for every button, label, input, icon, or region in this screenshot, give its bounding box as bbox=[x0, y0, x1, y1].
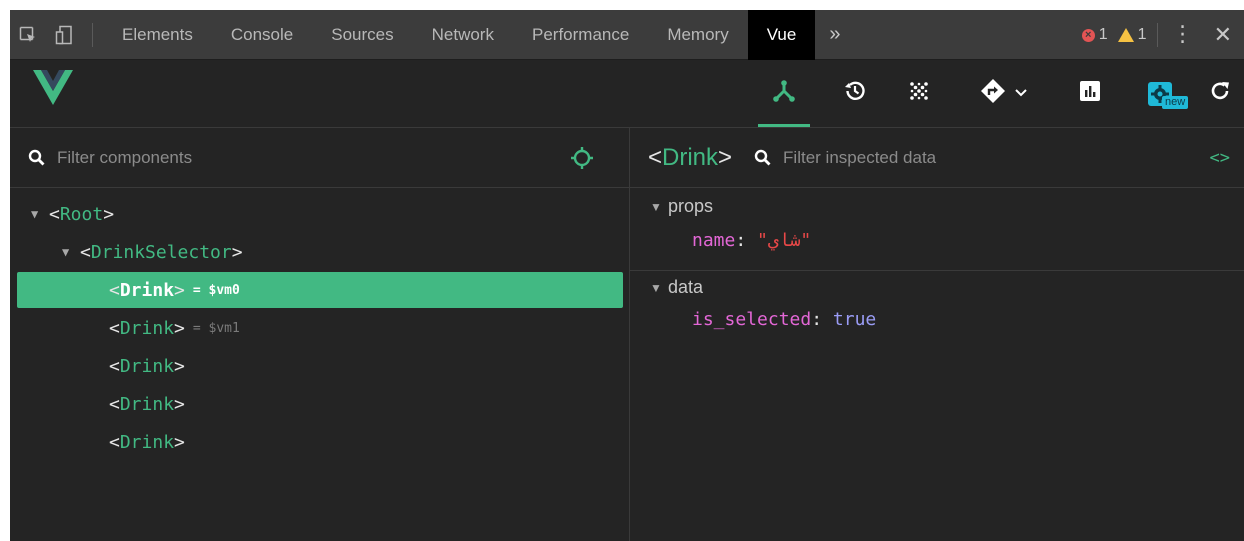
tree-node-drink[interactable]: < Drink > bbox=[17, 386, 623, 422]
tree-node-drink[interactable]: < Drink > bbox=[17, 424, 623, 460]
more-tabs-button[interactable]: » bbox=[815, 23, 854, 46]
component-name: Root bbox=[59, 203, 104, 225]
new-badge: new bbox=[1162, 96, 1189, 109]
inspected-component-title: <Drink> bbox=[648, 143, 733, 171]
vm-reference: = $vm0 bbox=[192, 282, 240, 298]
performance-chart-icon bbox=[1079, 80, 1101, 107]
close-icon[interactable]: ✕ bbox=[1208, 22, 1244, 48]
refresh-button[interactable] bbox=[1194, 60, 1244, 127]
component-name: Drink bbox=[119, 317, 175, 339]
components-tab-button[interactable] bbox=[758, 60, 810, 127]
error-count-badge[interactable]: × 1 bbox=[1081, 26, 1108, 44]
vue-toolbar: new bbox=[10, 60, 1244, 128]
warning-count-badge[interactable]: 1 bbox=[1117, 26, 1147, 44]
error-icon: × bbox=[1081, 28, 1095, 42]
tree-node-drink[interactable]: < Drink > = $vm1 bbox=[17, 310, 623, 346]
warning-count: 1 bbox=[1137, 26, 1147, 43]
component-name: Drink bbox=[119, 355, 175, 377]
data-section-header[interactable]: ▼ data bbox=[650, 277, 703, 298]
tree-node-root[interactable]: ▼ < Root > bbox=[17, 196, 623, 232]
data-key: is_selected bbox=[692, 309, 812, 330]
data-row-is-selected[interactable]: is_selected: true bbox=[692, 309, 876, 330]
history-icon bbox=[843, 79, 867, 108]
data-section: ▼ data is_selected: true bbox=[630, 271, 1244, 351]
props-section-header[interactable]: ▼ props bbox=[650, 196, 713, 217]
tab-console[interactable]: Console bbox=[212, 10, 312, 60]
router-icon bbox=[980, 78, 1006, 109]
inspector-header: <Drink> <> bbox=[630, 128, 1244, 188]
kebab-menu-icon[interactable]: ⋮ bbox=[1156, 23, 1208, 47]
devtools-status: × 1 1 ⋮ ✕ bbox=[1081, 10, 1244, 60]
vuex-tab-button[interactable] bbox=[893, 60, 945, 127]
settings-tab-button[interactable]: new bbox=[1134, 60, 1189, 127]
section-title: props bbox=[668, 196, 714, 216]
tab-memory[interactable]: Memory bbox=[648, 10, 747, 60]
expand-arrow-icon[interactable]: ▼ bbox=[650, 200, 668, 214]
device-toolbar-icon[interactable] bbox=[46, 10, 82, 60]
tree-node-drink-selected[interactable]: < Drink > = $vm0 bbox=[17, 272, 623, 308]
data-value: true bbox=[832, 309, 877, 330]
expand-arrow-icon[interactable]: ▼ bbox=[31, 207, 49, 221]
tab-vue[interactable]: Vue bbox=[747, 10, 816, 60]
refresh-icon bbox=[1208, 79, 1232, 108]
prop-row-name[interactable]: name: "شاي" bbox=[692, 230, 811, 251]
component-name: Drink bbox=[119, 393, 175, 415]
performance-tab-button[interactable] bbox=[1064, 60, 1116, 127]
component-name: Drink bbox=[119, 431, 175, 453]
tree-node-drinkselector[interactable]: ▼ < DrinkSelector > bbox=[17, 234, 623, 270]
tab-elements[interactable]: Elements bbox=[103, 10, 212, 60]
vm-reference: = $vm1 bbox=[192, 320, 240, 336]
section-title: data bbox=[668, 277, 704, 297]
tab-performance[interactable]: Performance bbox=[513, 10, 648, 60]
vue-logo-icon bbox=[33, 70, 73, 111]
tab-sources[interactable]: Sources bbox=[312, 10, 412, 60]
chevron-down-icon bbox=[1014, 85, 1028, 103]
error-count: 1 bbox=[1098, 26, 1108, 43]
tree-node-drink[interactable]: < Drink > bbox=[17, 348, 623, 384]
code-icon[interactable]: <> bbox=[1210, 148, 1230, 168]
inspector-pane: <Drink> <> ▼ props name: "شاي" ▼ data is… bbox=[630, 128, 1244, 541]
tab-network[interactable]: Network bbox=[413, 10, 513, 60]
filter-inspected-data-input[interactable] bbox=[781, 146, 1086, 169]
filter-components-input[interactable] bbox=[55, 146, 459, 169]
components-filter-bar bbox=[10, 128, 629, 188]
search-icon bbox=[754, 149, 771, 166]
history-tab-button[interactable] bbox=[829, 60, 881, 127]
devtools-window: Elements Console Sources Network Perform… bbox=[10, 10, 1244, 541]
vuex-dots-icon bbox=[908, 80, 930, 107]
divider bbox=[92, 22, 93, 47]
router-tab-button[interactable] bbox=[966, 60, 1042, 127]
prop-key: name bbox=[692, 230, 736, 251]
expand-arrow-icon[interactable]: ▼ bbox=[62, 245, 80, 259]
devtools-tabbar: Elements Console Sources Network Perform… bbox=[10, 10, 1244, 60]
search-icon bbox=[28, 149, 45, 166]
component-name: DrinkSelector bbox=[90, 241, 232, 263]
props-section: ▼ props name: "شاي" bbox=[630, 188, 1244, 271]
components-pane: ▼ <Root> ▼ <DrinkSelector> <Drink> = $vm… bbox=[10, 128, 630, 541]
component-name: Drink bbox=[119, 279, 175, 301]
warning-icon bbox=[1117, 28, 1134, 42]
select-component-target-icon[interactable] bbox=[570, 146, 594, 175]
inspect-element-icon[interactable] bbox=[10, 10, 46, 60]
components-icon bbox=[772, 79, 796, 108]
prop-value: "شاي" bbox=[757, 230, 812, 251]
expand-arrow-icon[interactable]: ▼ bbox=[650, 281, 668, 295]
